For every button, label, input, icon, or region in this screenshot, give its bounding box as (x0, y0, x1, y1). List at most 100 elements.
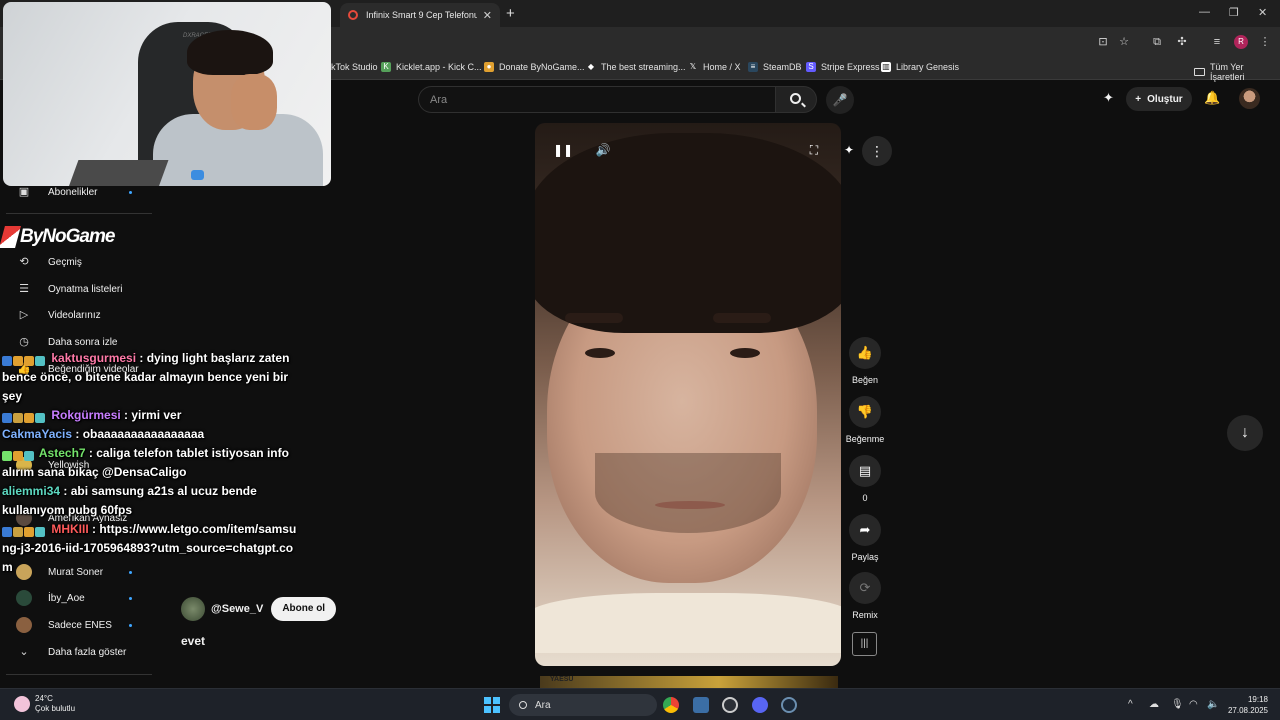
x-icon: 𝕏 (689, 62, 697, 71)
weather-cloud-icon (14, 696, 30, 712)
minimize-button[interactable]: — (1199, 6, 1210, 18)
sidebar-show-more[interactable]: ⌄ Daha fazla göster (16, 642, 126, 662)
like-icon: 👍 (849, 337, 881, 369)
channel-avatar (16, 617, 32, 633)
bynogame-logo-icon (0, 226, 21, 248)
taskbar-search[interactable]: Ara (509, 694, 657, 716)
restore-button[interactable]: ❐ (1229, 6, 1239, 19)
bookmark-star-icon[interactable]: ☆ (1117, 35, 1131, 49)
microphone-icon[interactable]: 🎙 (1171, 699, 1184, 710)
cup (191, 170, 204, 180)
chat-text: : obaaaaaaaaaaaaaaaa (72, 427, 205, 441)
like-button[interactable]: 👍 Beğen (848, 337, 882, 385)
app-icon[interactable] (693, 697, 709, 713)
audio-wave-icon: ||| (860, 638, 869, 649)
video-eye (730, 348, 760, 358)
bookmark-item[interactable]: ◆ The best streaming... (586, 62, 686, 72)
chrome-icon[interactable] (663, 697, 679, 713)
voice-search-button[interactable]: 🎤 (826, 86, 854, 114)
steam-icon[interactable] (781, 697, 797, 713)
account-avatar[interactable] (1239, 88, 1260, 109)
chat-message: CakmaYacis : obaaaaaaaaaaaaaaaa (2, 425, 302, 444)
short-caption: evet (181, 634, 206, 648)
tray-chevron-icon[interactable]: ^ (1128, 699, 1133, 710)
search-button[interactable] (775, 86, 817, 113)
sidebar-item-your-videos[interactable]: ▷ Videolarınız (16, 305, 101, 325)
channel-avatar[interactable] (181, 597, 205, 621)
comment-icon: ▤ (849, 455, 881, 487)
chat-badges-icon (2, 353, 48, 367)
sidebar-divider (6, 674, 152, 675)
install-app-icon[interactable]: ⊡ (1096, 35, 1110, 49)
remix-icon: ⟳ (849, 572, 881, 604)
bookmark-item[interactable]: K Kicklet.app - Kick C... (381, 62, 482, 72)
more-options-button[interactable]: ⋮ (862, 136, 892, 166)
bookmark-item[interactable]: ≡ SteamDB (748, 62, 802, 72)
bookmark-item[interactable]: ▥ Library Genesis (881, 62, 959, 72)
discord-icon[interactable] (752, 697, 768, 713)
bookmark-item[interactable]: S Stripe Express (806, 62, 880, 72)
chevron-down-icon: ⌄ (19, 646, 29, 658)
watch-later-icon: ◷ (19, 336, 29, 348)
bookmark-item[interactable]: ● Donate ByNoGame... (484, 62, 585, 72)
tab-title: Infinix Smart 9 Cep Telefonu Fiy (366, 10, 477, 20)
creator-icon[interactable]: ✦ (1103, 90, 1114, 106)
video-hair (535, 133, 841, 333)
channel-handle[interactable]: @Sewe_V (211, 603, 263, 615)
youtube-favicon-icon (348, 10, 358, 20)
channel-avatar (16, 590, 32, 606)
pause-icon[interactable]: ❚❚ (553, 141, 573, 159)
remix-button[interactable]: ⟳ Remix (848, 572, 882, 620)
translate-icon[interactable]: ⧉ (1150, 35, 1164, 49)
create-button[interactable]: + Oluştur (1126, 87, 1192, 111)
bookmark-item[interactable]: 𝕏 Home / X (688, 62, 741, 72)
search-icon (519, 701, 527, 709)
close-window-button[interactable]: ✕ (1258, 6, 1267, 19)
creator-icon[interactable]: ✦ (840, 141, 858, 159)
kicklet-icon: K (381, 62, 391, 72)
comments-button[interactable]: ▤ 0 (848, 455, 882, 503)
subscribe-button[interactable]: Abone ol (271, 597, 337, 621)
next-short-button[interactable]: ↓ (1227, 415, 1263, 451)
playlist-icon: ☰ (19, 283, 29, 295)
sidebar-channel-item[interactable]: Sadece ENES (16, 615, 112, 635)
sound-source-button[interactable]: ||| (852, 632, 877, 656)
extensions-icon[interactable]: ✣ (1175, 35, 1189, 49)
all-bookmarks-button[interactable]: Tüm Yer İşaretleri (1194, 62, 1280, 82)
windows-start-icon[interactable] (484, 697, 500, 713)
bookmark-item[interactable]: kTok Studio (331, 62, 378, 72)
network-icon[interactable]: ☁ (1149, 699, 1159, 710)
taskbar-clock[interactable]: 19:18 27.08.2025 (1224, 694, 1268, 716)
speaker-icon[interactable]: 🔈 (1207, 699, 1219, 710)
search-icon (790, 93, 801, 104)
sidebar-channel-item[interactable]: İby_Aoe (16, 588, 85, 608)
volume-icon[interactable]: 🔊 (594, 141, 612, 159)
chat-username: CakmaYacis (2, 427, 73, 441)
browser-tab[interactable]: Infinix Smart 9 Cep Telefonu Fiy ✕ (340, 3, 500, 27)
youtube-search-input[interactable]: Ara (418, 86, 776, 113)
video-brow (713, 313, 771, 323)
sidebar-item-history[interactable]: ⟲ Geçmiş (16, 252, 82, 272)
chat-username: Astech7 (38, 446, 86, 460)
book-icon: ▥ (881, 62, 891, 72)
share-button[interactable]: ➦ Paylaş (848, 514, 882, 562)
sidebar-divider (6, 213, 152, 214)
history-icon: ⟲ (19, 256, 29, 268)
reading-list-icon[interactable]: ≡ (1210, 35, 1224, 49)
tab-close-icon[interactable]: ✕ (483, 9, 492, 22)
notifications-bell-icon[interactable]: 🔔 (1204, 90, 1220, 106)
new-tab-button[interactable]: + (506, 5, 515, 22)
app-icon[interactable] (722, 697, 738, 713)
sidebar-item-playlists[interactable]: ☰ Oynatma listeleri (16, 279, 122, 299)
dislike-button[interactable]: 👎 Beğenme (846, 396, 884, 444)
browser-menu-icon[interactable]: ⋮ (1258, 35, 1272, 49)
profile-avatar[interactable]: R (1234, 35, 1248, 49)
new-content-dot (129, 597, 132, 600)
plus-icon: + (1135, 93, 1142, 105)
weather-widget[interactable]: 24°C Çok bulutlu (14, 694, 75, 714)
wifi-icon[interactable]: ◠ (1189, 699, 1198, 710)
shorts-video-player[interactable] (535, 123, 841, 666)
desk (67, 160, 169, 186)
chat-badges-icon (2, 448, 36, 462)
fullscreen-icon[interactable]: ⛶ (805, 141, 823, 159)
